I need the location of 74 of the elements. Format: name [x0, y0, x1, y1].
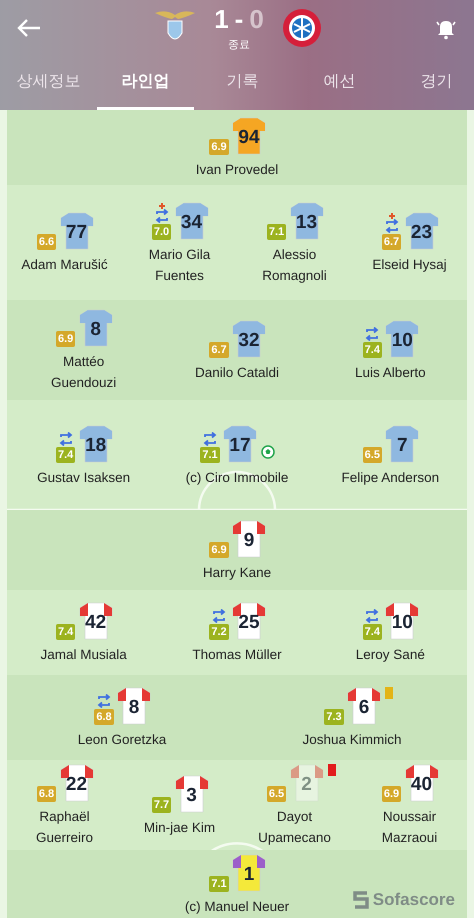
- player-rating: 6.9: [56, 331, 76, 347]
- player-name[interactable]: Alessio Romagnoli: [240, 244, 350, 286]
- player-name[interactable]: Raphaël Guerreiro: [10, 806, 120, 848]
- jersey-number: 34: [180, 212, 202, 234]
- jersey-number: 25: [238, 612, 260, 634]
- player-rating: 7.4: [362, 624, 382, 640]
- player-rating: 6.5: [266, 786, 286, 802]
- club-crest-icon: [282, 8, 322, 48]
- brand-name: Sofascore: [372, 890, 455, 910]
- player-rating: 6.6: [36, 234, 56, 250]
- player-name[interactable]: (c) Manuel Neuer: [184, 896, 290, 916]
- jersey-number: 10: [392, 612, 413, 634]
- player-name[interactable]: Ivan Provedel: [196, 159, 278, 180]
- home-score: 1: [214, 4, 229, 35]
- logo-icon: [352, 891, 369, 909]
- jersey-number: 1: [244, 864, 254, 886]
- player-rating: 7.0: [152, 224, 172, 240]
- player-rating: 6.5: [362, 446, 382, 462]
- player-rating: 7.1: [200, 446, 220, 462]
- jersey-number: 42: [85, 612, 106, 634]
- jersey-number: 17: [229, 434, 251, 456]
- jersey-number: 77: [66, 222, 88, 244]
- player-name[interactable]: Joshua Kimmich: [302, 729, 402, 750]
- player-name[interactable]: Mattéo Guendouzi: [28, 351, 139, 393]
- player-name[interactable]: (c) Ciro Immobile: [186, 466, 288, 488]
- jersey-number: 9: [244, 530, 254, 552]
- player-name[interactable]: Dayot Upamecano: [240, 806, 350, 848]
- jersey-number: 94: [238, 127, 260, 149]
- score-separator: -: [234, 4, 244, 35]
- jersey-number: 18: [85, 434, 106, 456]
- jersey-number: 8: [128, 697, 140, 719]
- player-name[interactable]: Danilo Cataldi: [194, 362, 279, 382]
- player-name[interactable]: Mario Gila Fuentes: [124, 244, 234, 286]
- jersey-number: 22: [66, 774, 88, 796]
- jersey-number: 8: [90, 319, 101, 341]
- player-name[interactable]: Noussair Mazraoui: [354, 806, 464, 848]
- player-rating: 6.9: [382, 786, 402, 802]
- player-name[interactable]: Elseid Hysaj: [372, 254, 447, 275]
- jersey-number: 40: [410, 774, 432, 796]
- player-rating: 7.3: [324, 709, 344, 725]
- player-rating: 7.2: [209, 624, 229, 640]
- jersey-number: 6: [358, 697, 370, 719]
- player-rating: 6.7: [209, 342, 229, 358]
- player-rating: 7.4: [56, 624, 76, 640]
- jersey-number: 2: [301, 774, 312, 796]
- away-score: 0: [249, 4, 264, 35]
- player-rating: 7.4: [362, 342, 382, 358]
- jersey-number: 3: [186, 784, 197, 806]
- player-rating: 6.9: [209, 542, 229, 558]
- jersey-number: 32: [238, 330, 260, 352]
- player-name[interactable]: Adam Marušić: [21, 254, 108, 275]
- player-rating: 6.9: [209, 139, 229, 155]
- player-name[interactable]: Thomas Müller: [192, 644, 282, 665]
- player-name[interactable]: Felipe Anderson: [342, 466, 440, 488]
- player-name[interactable]: Leroy Sané: [356, 644, 425, 665]
- player-rating: 6.8: [94, 709, 114, 725]
- player-name[interactable]: Harry Kane: [202, 562, 272, 582]
- player-name[interactable]: Gustav Isaksen: [37, 466, 130, 488]
- match-status: 종료: [228, 38, 250, 52]
- player-name[interactable]: Luis Alberto: [355, 362, 426, 382]
- player-name[interactable]: Leon Goretzka: [78, 729, 166, 750]
- player-name[interactable]: Min-jae Kim: [144, 816, 216, 838]
- jersey-number: 13: [296, 212, 318, 234]
- jersey-number: 10: [392, 330, 413, 352]
- back-icon[interactable]: [16, 18, 42, 38]
- player-rating: 7.1: [209, 876, 229, 892]
- player-rating: 7.4: [56, 446, 76, 462]
- player-rating: 7.1: [266, 224, 286, 240]
- player-rating: 7.7: [152, 796, 172, 812]
- player-rating: 6.7: [382, 234, 402, 250]
- jersey-number: 7: [397, 434, 408, 456]
- player-name[interactable]: Jamal Musiala: [40, 644, 127, 665]
- jersey-number: 23: [410, 222, 432, 244]
- player-rating: 6.8: [36, 786, 56, 802]
